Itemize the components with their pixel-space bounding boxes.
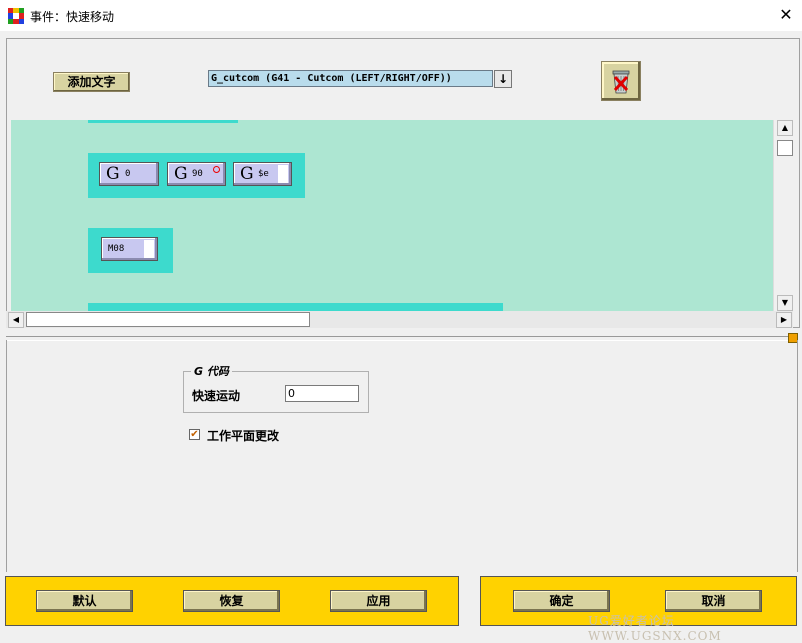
scroll-up-icon[interactable]: ▲: [777, 120, 793, 136]
apply-button[interactable]: 应用: [330, 590, 427, 612]
vertical-scrollbar[interactable]: ▲ ▼: [773, 120, 794, 311]
window-title: 事件：快速移动: [30, 10, 115, 24]
button-edge: [144, 240, 154, 258]
ok-button[interactable]: 确定: [513, 590, 610, 612]
gcode-g90-button[interactable]: G 90: [167, 162, 226, 186]
delete-button[interactable]: [601, 61, 641, 101]
vertical-scroll-thumb[interactable]: [777, 140, 793, 156]
workplane-checkbox[interactable]: ✔: [189, 429, 200, 440]
trash-icon: [612, 70, 630, 94]
word-value: M08: [108, 244, 125, 254]
gcode-g0-button[interactable]: G 0: [99, 162, 159, 186]
rapid-motion-label: 快速运动: [192, 389, 241, 403]
scroll-left-icon[interactable]: ◀: [8, 312, 24, 328]
title-bar: 事件：快速移动 ✕: [0, 0, 802, 31]
word-value: 0: [125, 169, 131, 179]
add-text-button[interactable]: 添加文字: [53, 72, 130, 92]
event-select[interactable]: G_cutcom (G41 - Cutcom (LEFT/RIGHT/OFF)): [208, 70, 493, 87]
app-icon: [8, 8, 24, 24]
group-title: G 代码: [191, 363, 232, 379]
close-icon[interactable]: ✕: [772, 4, 800, 26]
word-letter: G: [106, 164, 120, 184]
word-value: 90: [192, 169, 203, 179]
parameter-panel: [6, 340, 798, 572]
dropdown-arrow-icon[interactable]: ↓: [494, 70, 512, 88]
restore-button[interactable]: 恢复: [183, 590, 280, 612]
block-bottom-edge: [88, 303, 503, 311]
modal-indicator-icon: [213, 166, 220, 173]
block-top-edge: [88, 120, 238, 123]
word-letter: G: [240, 164, 254, 184]
default-button[interactable]: 默认: [36, 590, 133, 612]
workplane-change-label[interactable]: 工作平面更改: [207, 427, 279, 444]
event-canvas[interactable]: G 0 G 90 G $e M08: [11, 120, 773, 311]
cancel-button[interactable]: 取消: [665, 590, 762, 612]
rapid-motion-input[interactable]: 0: [285, 385, 359, 402]
watermark: UG爱好者论坛 WWW.UGSNX.COM: [588, 614, 722, 643]
button-edge: [278, 165, 288, 183]
scroll-down-icon[interactable]: ▼: [777, 295, 793, 311]
word-letter: G: [174, 164, 188, 184]
word-value: $e: [258, 169, 269, 179]
horizontal-scroll-thumb[interactable]: [26, 312, 310, 327]
scroll-right-icon[interactable]: ▶: [776, 312, 792, 328]
mcode-m08-button[interactable]: M08: [101, 237, 158, 261]
horizontal-scrollbar[interactable]: ◀ ▶: [6, 311, 793, 328]
gcode-ge-button[interactable]: G $e: [233, 162, 292, 186]
